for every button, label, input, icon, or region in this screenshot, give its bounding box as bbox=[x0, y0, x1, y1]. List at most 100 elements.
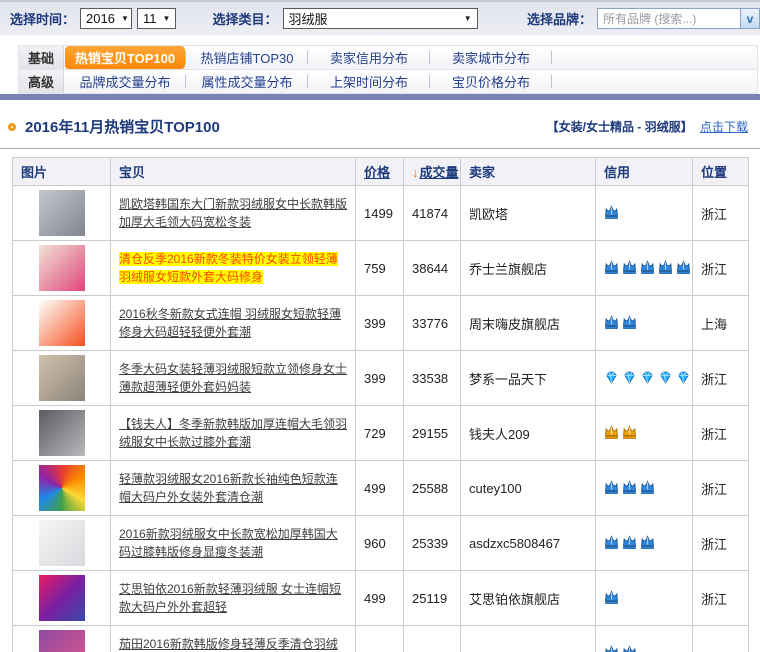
column-header-price: 价格 bbox=[356, 158, 404, 186]
advanced-tabs-label: 高级 bbox=[19, 70, 64, 93]
seller-name bbox=[461, 626, 596, 652]
location-value: 浙江 bbox=[693, 351, 749, 406]
category-tag: 【女装/女士精品 - 羽绒服】 点击下载 bbox=[547, 118, 748, 135]
brand-combobox[interactable]: 所有品牌 (搜索...) v bbox=[597, 8, 760, 29]
sort-by-volume-link[interactable]: 成交量 bbox=[420, 165, 459, 180]
table-row: 轻薄款羽绒服女2016新款长袖纯色短款连帽大码户外女装外套清仓潮49925588… bbox=[13, 461, 749, 516]
price-value: 399 bbox=[356, 296, 404, 351]
blue-crown-icon bbox=[603, 535, 620, 550]
product-title-link[interactable]: 2016新款羽绒服女中长款宽松加厚韩国大码过膝韩版修身显瘦冬装潮 bbox=[119, 527, 338, 559]
chevron-down-icon: ▼ bbox=[121, 14, 129, 23]
credit-rating bbox=[596, 461, 693, 516]
blue-crown-icon bbox=[621, 535, 638, 550]
price-value: 499 bbox=[356, 571, 404, 626]
tab-listing-time-distribution[interactable]: 上架时间分布 bbox=[308, 70, 430, 93]
location-value: 上海 bbox=[693, 296, 749, 351]
column-header-seller: 卖家 bbox=[461, 158, 596, 186]
divider-line bbox=[0, 148, 760, 149]
blue-crown-icon bbox=[621, 645, 638, 652]
category-filter-label: 选择类目： bbox=[213, 9, 278, 28]
month-select-value: 11 bbox=[143, 11, 157, 26]
credit-rating bbox=[596, 186, 693, 241]
price-value bbox=[356, 626, 404, 652]
price-value: 729 bbox=[356, 406, 404, 461]
tab-seller-credit-distribution[interactable]: 卖家信用分布 bbox=[308, 46, 430, 69]
gold-crown-icon bbox=[621, 425, 638, 440]
month-select[interactable]: 11 ▼ bbox=[137, 8, 176, 29]
advanced-tab-row: 高级 品牌成交量分布 属性成交量分布 上架时间分布 宝贝价格分布 bbox=[18, 69, 758, 94]
seller-name: asdzxc5808467 bbox=[461, 516, 596, 571]
chevron-down-icon: v bbox=[747, 12, 754, 26]
product-thumbnail[interactable] bbox=[39, 630, 85, 652]
tab-hot-items-top100[interactable]: 热销宝贝TOP100 bbox=[64, 46, 186, 69]
blue-diamond-icon bbox=[675, 370, 692, 385]
basic-tab-row: 基础 热销宝贝TOP100 热销店铺TOP30 卖家信用分布 卖家城市分布 bbox=[18, 45, 758, 70]
volume-value: 41874 bbox=[404, 186, 461, 241]
seller-name: 周末嗨皮旗舰店 bbox=[461, 296, 596, 351]
table-row: 清仓反季2016新款冬装特价女装立领轻薄羽绒服女短款外套大码修身75938644… bbox=[13, 241, 749, 296]
product-title-link[interactable]: 【钱夫人】冬季新款韩版加厚连帽大毛领羽绒服女中长款过膝外套潮 bbox=[119, 417, 347, 449]
seller-name: 乔士兰旗舰店 bbox=[461, 241, 596, 296]
product-title-link[interactable]: 清仓反季2016新款冬装特价女装立领轻薄羽绒服女短款外套大码修身 bbox=[119, 252, 338, 284]
table-row: 2016新款羽绒服女中长款宽松加厚韩国大码过膝韩版修身显瘦冬装潮96025339… bbox=[13, 516, 749, 571]
product-thumbnail[interactable] bbox=[39, 190, 85, 236]
table-row: 冬季大码女装轻薄羽绒服短款立领修身女士薄款超薄轻便外套妈妈装39933538梦系… bbox=[13, 351, 749, 406]
table-row: 凯欧塔韩国东大门新款羽绒服女中长款韩版加厚大毛领大码宽松冬装149941874凯… bbox=[13, 186, 749, 241]
seller-name: 艾思铂依旗舰店 bbox=[461, 571, 596, 626]
product-thumbnail[interactable] bbox=[39, 575, 85, 621]
brand-dropdown-button[interactable]: v bbox=[740, 9, 759, 28]
year-select[interactable]: 2016 ▼ bbox=[80, 8, 132, 29]
product-thumbnail[interactable] bbox=[39, 465, 85, 511]
price-value: 960 bbox=[356, 516, 404, 571]
download-link[interactable]: 点击下载 bbox=[700, 120, 748, 134]
product-title-link[interactable]: 茄田2016新款韩版修身轻薄反季清仓羽绒服女短款连帽外套潮 bbox=[119, 637, 338, 652]
product-thumbnail[interactable] bbox=[39, 520, 85, 566]
table-row: 2016秋冬新款女式连帽 羽绒服女短款轻薄 修身大码超轻轻便外套潮3993377… bbox=[13, 296, 749, 351]
product-title-link[interactable]: 2016秋冬新款女式连帽 羽绒服女短款轻薄 修身大码超轻轻便外套潮 bbox=[119, 307, 341, 339]
blue-crown-icon bbox=[621, 260, 638, 275]
table-header-row: 图片 宝贝 价格 ↓成交量 卖家 信用 位置 bbox=[13, 158, 749, 186]
bullet-icon bbox=[8, 123, 16, 131]
product-thumbnail[interactable] bbox=[39, 355, 85, 401]
brand-search-input[interactable]: 所有品牌 (搜索...) bbox=[598, 9, 740, 28]
blue-crown-icon bbox=[621, 480, 638, 495]
blue-crown-icon bbox=[603, 480, 620, 495]
blue-crown-icon bbox=[603, 205, 620, 220]
table-row: 【钱夫人】冬季新款韩版加厚连帽大毛领羽绒服女中长款过膝外套潮72929155钱夫… bbox=[13, 406, 749, 461]
table-row: 茄田2016新款韩版修身轻薄反季清仓羽绒服女短款连帽外套潮 bbox=[13, 626, 749, 652]
sort-by-price-link[interactable]: 价格 bbox=[364, 165, 390, 180]
blue-crown-icon bbox=[639, 260, 656, 275]
blue-diamond-icon bbox=[621, 370, 638, 385]
blue-crown-icon bbox=[603, 315, 620, 330]
product-title-link[interactable]: 冬季大码女装轻薄羽绒服短款立领修身女士薄款超薄轻便外套妈妈装 bbox=[119, 362, 347, 394]
volume-value bbox=[404, 626, 461, 652]
location-value bbox=[693, 626, 749, 652]
product-thumbnail[interactable] bbox=[39, 410, 85, 456]
gold-crown-icon bbox=[603, 425, 620, 440]
location-value: 浙江 bbox=[693, 461, 749, 516]
basic-tabs-label: 基础 bbox=[19, 46, 64, 69]
tab-item-price-distribution[interactable]: 宝贝价格分布 bbox=[430, 70, 552, 93]
product-thumbnail[interactable] bbox=[39, 245, 85, 291]
location-value: 浙江 bbox=[693, 406, 749, 461]
tab-navigation: 基础 热销宝贝TOP100 热销店铺TOP30 卖家信用分布 卖家城市分布 高级… bbox=[18, 45, 758, 94]
seller-name: cutey100 bbox=[461, 461, 596, 516]
tab-attribute-volume-distribution[interactable]: 属性成交量分布 bbox=[186, 70, 308, 93]
tab-hot-shops-top30[interactable]: 热销店铺TOP30 bbox=[186, 46, 308, 69]
product-title-link[interactable]: 轻薄款羽绒服女2016新款长袖纯色短款连帽大码户外女装外套清仓潮 bbox=[119, 472, 338, 504]
category-select[interactable]: 羽绒服 ▼ bbox=[283, 8, 478, 29]
tab-seller-city-distribution[interactable]: 卖家城市分布 bbox=[430, 46, 552, 69]
product-thumbnail[interactable] bbox=[39, 300, 85, 346]
year-select-value: 2016 bbox=[86, 11, 115, 26]
credit-rating bbox=[596, 626, 693, 652]
blue-crown-icon bbox=[657, 260, 674, 275]
blue-crown-icon bbox=[639, 535, 656, 550]
product-title-link[interactable]: 凯欧塔韩国东大门新款羽绒服女中长款韩版加厚大毛领大码宽松冬装 bbox=[119, 197, 347, 229]
seller-name: 凯欧塔 bbox=[461, 186, 596, 241]
product-title-link[interactable]: 艾思铂依2016新款轻薄羽绒服 女士连帽短款大码户外外套超轻 bbox=[119, 582, 341, 614]
location-value: 浙江 bbox=[693, 186, 749, 241]
seller-name: 钱夫人209 bbox=[461, 406, 596, 461]
tab-brand-volume-distribution[interactable]: 品牌成交量分布 bbox=[64, 70, 186, 93]
sort-descending-icon: ↓ bbox=[412, 165, 419, 180]
location-value: 浙江 bbox=[693, 516, 749, 571]
